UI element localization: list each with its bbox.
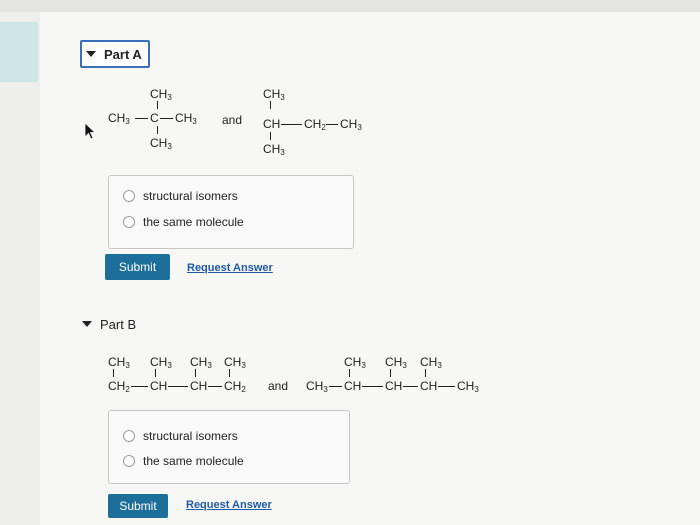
bond: [425, 369, 426, 377]
b2-chain-5: CH3: [457, 379, 479, 394]
bond: [113, 369, 114, 377]
bond: [157, 101, 158, 109]
mol1-central-carbon: C: [150, 111, 159, 125]
mol2-bottom-group: CH3: [263, 142, 285, 157]
collapse-caret-icon[interactable]: [82, 321, 92, 327]
bond: [390, 369, 391, 377]
bond: [326, 124, 338, 125]
bond: [362, 386, 383, 387]
mol1-right-group: CH3: [175, 111, 197, 126]
bond: [270, 101, 271, 109]
b1-top-2: CH3: [150, 355, 172, 370]
option-same-molecule[interactable]: the same molecule: [123, 215, 244, 229]
bond: [270, 132, 271, 140]
bond: [438, 386, 455, 387]
option-label: structural isomers: [143, 189, 238, 203]
part-b-submit-button[interactable]: Submit: [108, 494, 168, 518]
b1-chain-2: CH: [150, 379, 168, 393]
left-sidebar-highlight: [0, 22, 38, 82]
radio-button[interactable]: [123, 455, 135, 467]
option-label: the same molecule: [143, 454, 244, 468]
mol2-top-group: CH3: [263, 87, 285, 102]
bond: [131, 386, 148, 387]
radio-button[interactable]: [123, 216, 135, 228]
option-structural-isomers[interactable]: structural isomers: [123, 189, 238, 203]
bond: [155, 369, 156, 377]
bond: [168, 386, 188, 387]
bond: [195, 369, 196, 377]
b1-chain-4: CH2: [224, 379, 246, 394]
option-label: structural isomers: [143, 429, 238, 443]
b2-chain-2: CH: [344, 379, 362, 393]
b2-top-2: CH3: [385, 355, 407, 370]
collapse-caret-icon[interactable]: [86, 51, 96, 57]
part-a-and-text: and: [222, 113, 243, 127]
b2-top-1: CH3: [344, 355, 366, 370]
b1-top-4: CH3: [224, 355, 246, 370]
part-a-title: Part A: [104, 46, 142, 62]
bond: [229, 369, 230, 377]
b1-chain-3: CH: [190, 379, 208, 393]
part-b-options-box: structural isomers the same molecule: [108, 410, 350, 484]
mouse-pointer-icon: [84, 122, 97, 140]
bond: [157, 126, 158, 134]
bond: [208, 386, 222, 387]
mol1-left-group: CH3: [108, 111, 130, 126]
part-a-header[interactable]: Part A: [80, 40, 150, 68]
radio-button[interactable]: [123, 430, 135, 442]
mol1-top-group: CH3: [150, 87, 172, 102]
bond: [403, 386, 418, 387]
b1-chain-1: CH2: [108, 379, 130, 394]
part-b-header[interactable]: Part B: [82, 314, 136, 334]
bond: [135, 118, 148, 119]
part-a-options-box: structural isomers the same molecule: [108, 175, 354, 249]
mol1-bottom-group: CH3: [150, 136, 172, 151]
bond: [160, 118, 173, 119]
b2-chain-1: CH3: [306, 379, 328, 394]
b2-top-3: CH3: [420, 355, 442, 370]
bond: [349, 369, 350, 377]
b2-chain-4: CH: [420, 379, 438, 393]
b2-chain-3: CH: [385, 379, 403, 393]
b1-top-3: CH3: [190, 355, 212, 370]
part-a-request-answer-link[interactable]: Request Answer: [187, 262, 273, 274]
part-b-title: Part B: [100, 316, 137, 332]
radio-button[interactable]: [123, 190, 135, 202]
option-same-molecule[interactable]: the same molecule: [123, 454, 244, 468]
part-b-request-answer-link[interactable]: Request Answer: [186, 499, 272, 511]
b1-top-1: CH3: [108, 355, 130, 370]
part-a-submit-button[interactable]: Submit: [105, 254, 170, 280]
mol2-ch3-end: CH3: [340, 117, 362, 132]
option-label: the same molecule: [143, 215, 244, 229]
part-b-and-text: and: [268, 379, 289, 393]
option-structural-isomers[interactable]: structural isomers: [123, 429, 238, 443]
bond: [329, 386, 342, 387]
browser-top-strip: [0, 0, 700, 12]
bond: [281, 124, 302, 125]
mol2-ch2: CH2: [304, 117, 326, 132]
mol2-ch: CH: [263, 117, 281, 131]
